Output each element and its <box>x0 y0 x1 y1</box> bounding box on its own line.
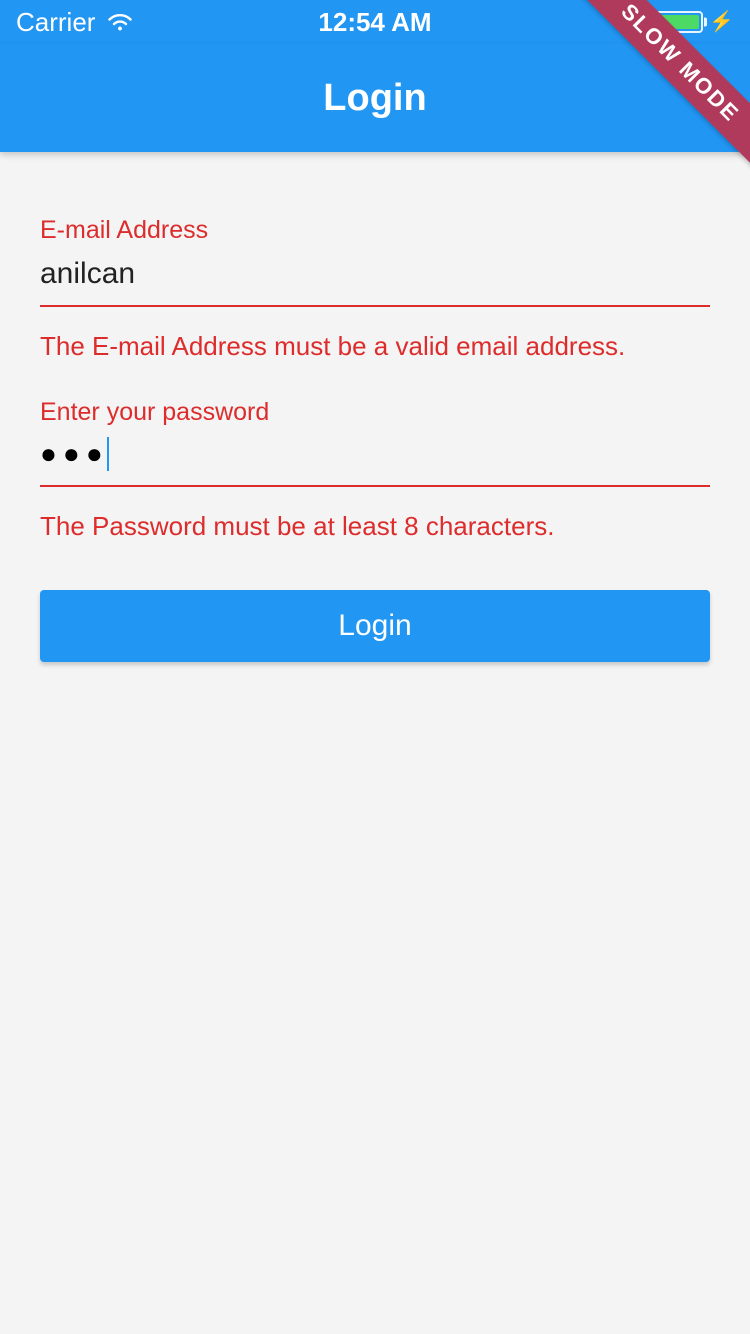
password-masked-value: ●●● <box>40 440 109 468</box>
password-label: Enter your password <box>40 398 710 427</box>
email-field[interactable] <box>40 251 710 307</box>
login-button[interactable]: Login <box>40 590 710 662</box>
login-form: E-mail Address The E-mail Address must b… <box>0 152 750 662</box>
email-label: E-mail Address <box>40 216 710 245</box>
charging-icon: ⚡ <box>709 12 734 32</box>
password-error: The Password must be at least 8 characte… <box>40 511 710 542</box>
status-time: 12:54 AM <box>318 7 431 38</box>
page-title: Login <box>323 77 426 120</box>
text-caret <box>107 437 109 471</box>
wifi-icon <box>105 11 135 33</box>
password-field[interactable]: ●●● <box>40 433 710 487</box>
status-right: ⚡ <box>655 11 734 33</box>
battery-fill <box>659 15 699 29</box>
status-bar: Carrier 12:54 AM ⚡ <box>0 0 750 44</box>
email-error: The E-mail Address must be a valid email… <box>40 331 710 362</box>
status-left: Carrier <box>16 7 135 38</box>
battery-icon <box>655 11 703 33</box>
carrier-label: Carrier <box>16 7 95 38</box>
app-bar: Login <box>0 44 750 152</box>
